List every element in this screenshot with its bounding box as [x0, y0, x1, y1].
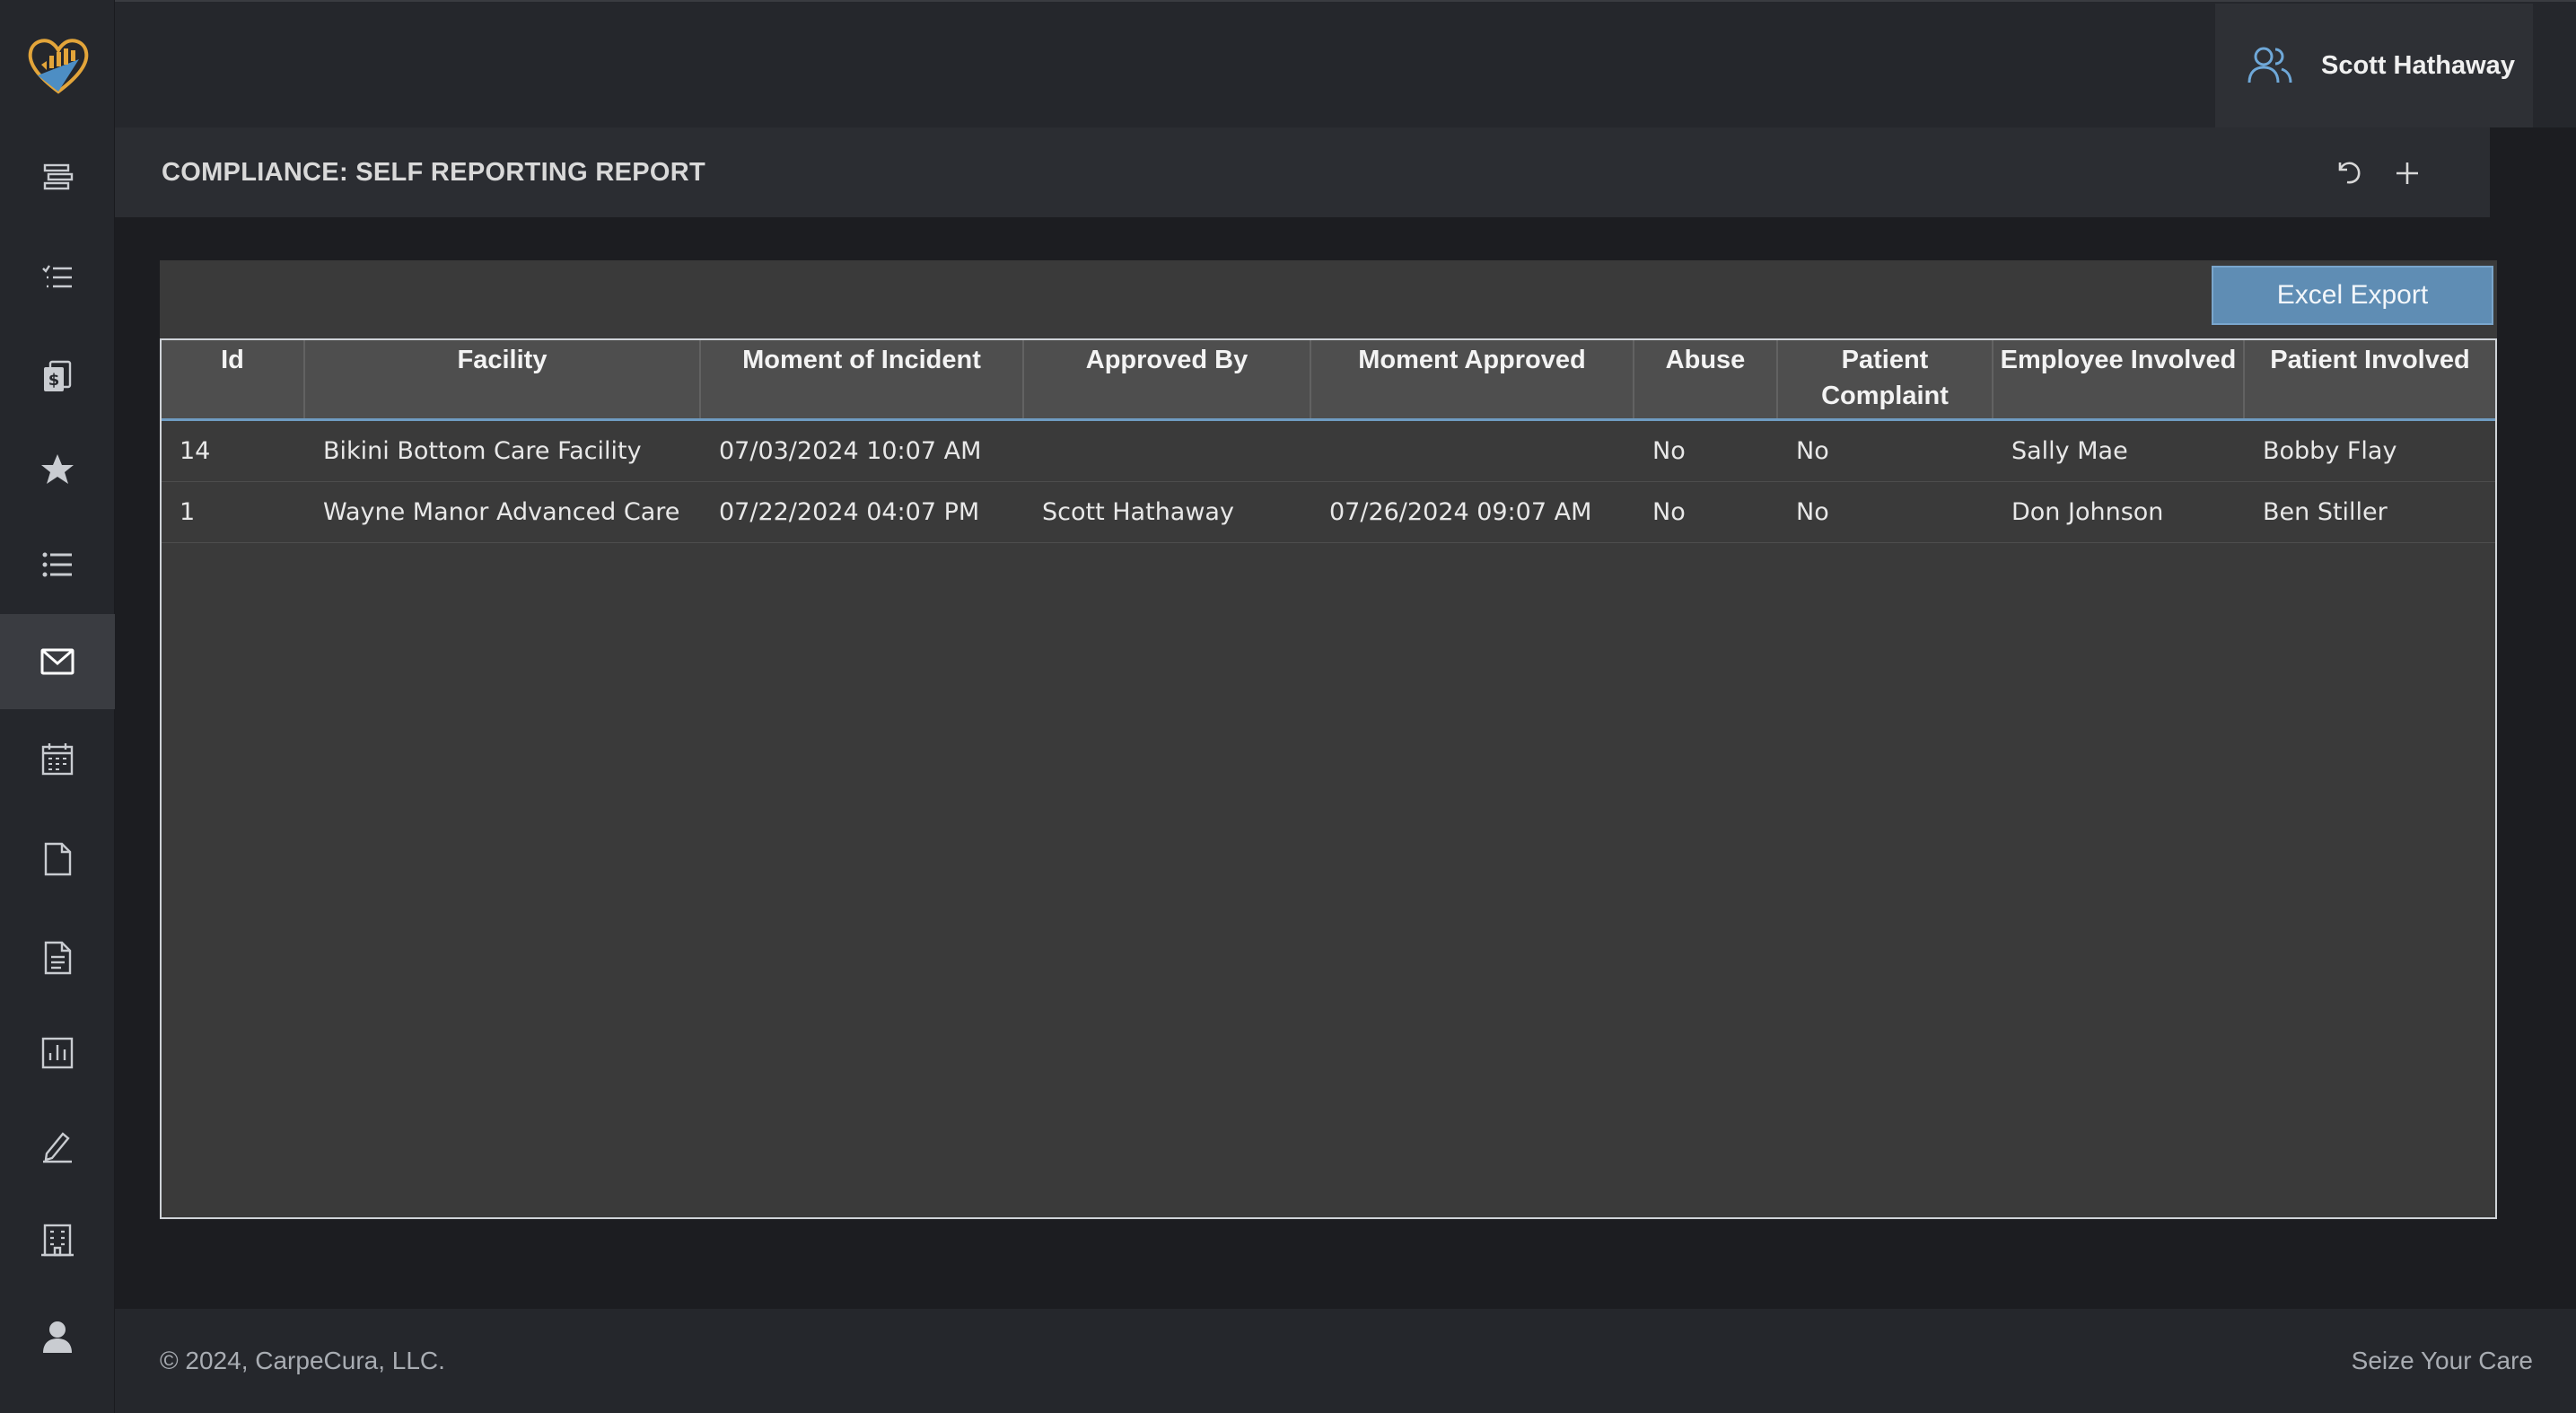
- cell-moment-approved: 07/26/2024 09:07 AM: [1329, 498, 1592, 526]
- column-header[interactable]: Id: [162, 340, 305, 418]
- page-header: COMPLIANCE: SELF REPORTING REPORT: [115, 127, 2490, 217]
- user-name: Scott Hathaway: [2321, 50, 2515, 80]
- bar-chart-icon[interactable]: [0, 1005, 115, 1101]
- table-row[interactable]: 14 Bikini Bottom Care Facility 07/03/202…: [162, 421, 2495, 482]
- cell-employee-involved: Don Johnson: [2011, 498, 2164, 526]
- envelope-icon[interactable]: [0, 614, 115, 709]
- svg-text:$: $: [48, 371, 60, 390]
- report-grid: Id Facility Moment of Incident Approved …: [160, 338, 2497, 1219]
- cell-moment-of-incident: 07/03/2024 10:07 AM: [719, 437, 982, 465]
- blank-document-icon[interactable]: [0, 812, 115, 907]
- checklist-icon[interactable]: [0, 230, 115, 325]
- cell-facility: Bikini Bottom Care Facility: [323, 437, 642, 465]
- calendar-icon[interactable]: [0, 711, 115, 806]
- cell-id: 14: [180, 437, 211, 465]
- person-icon[interactable]: [0, 1289, 115, 1384]
- pencil-icon[interactable]: [0, 1099, 115, 1194]
- column-header[interactable]: Patient Involved: [2245, 340, 2495, 418]
- column-header[interactable]: Moment of Incident: [701, 340, 1024, 418]
- page-title: COMPLIANCE: SELF REPORTING REPORT: [162, 158, 706, 187]
- add-icon[interactable]: [2388, 153, 2427, 192]
- cell-patient-involved: Bobby Flay: [2263, 437, 2397, 465]
- top-bar: Scott Hathaway: [115, 0, 2576, 127]
- cell-moment-approved: [1311, 421, 1329, 482]
- cell-approved-by: Scott Hathaway: [1042, 498, 1234, 526]
- table-header: Id Facility Moment of Incident Approved …: [162, 340, 2495, 421]
- excel-export-button[interactable]: Excel Export: [2212, 266, 2493, 325]
- cell-patient-complaint: No: [1796, 498, 1829, 526]
- stacked-bars-icon[interactable]: [0, 129, 115, 224]
- cell-approved-by: [1024, 421, 1042, 482]
- dollar-document-icon[interactable]: $: [0, 329, 115, 424]
- list-icon[interactable]: [0, 517, 115, 612]
- text-document-icon[interactable]: [0, 910, 115, 1005]
- column-header[interactable]: Approved By: [1024, 340, 1311, 418]
- copyright: © 2024, CarpeCura, LLC.: [160, 1347, 445, 1374]
- cell-employee-involved: Sally Mae: [2011, 437, 2128, 465]
- cell-abuse: No: [1652, 437, 1686, 465]
- cell-patient-complaint: No: [1796, 437, 1829, 465]
- cell-abuse: No: [1652, 498, 1686, 526]
- cell-moment-of-incident: 07/22/2024 04:07 PM: [719, 498, 980, 526]
- building-icon[interactable]: [0, 1192, 115, 1287]
- tagline: Seize Your Care: [2351, 1347, 2533, 1374]
- footer: © 2024, CarpeCura, LLC. Seize Your Care: [115, 1309, 2576, 1413]
- column-header[interactable]: Employee Involved: [1993, 340, 2245, 418]
- column-header[interactable]: Patient Complaint: [1778, 340, 1993, 418]
- undo-icon[interactable]: [2328, 153, 2368, 192]
- logo[interactable]: [25, 34, 92, 97]
- cell-id: 1: [180, 498, 196, 526]
- column-header[interactable]: Abuse: [1634, 340, 1778, 418]
- sidebar: $: [0, 0, 115, 1413]
- users-icon: [2247, 47, 2292, 83]
- cell-facility: Wayne Manor Advanced Care: [323, 498, 680, 526]
- column-header[interactable]: Moment Approved: [1311, 340, 1634, 418]
- column-header[interactable]: Facility: [305, 340, 701, 418]
- star-icon[interactable]: [0, 422, 115, 517]
- table-row[interactable]: 1 Wayne Manor Advanced Care 07/22/2024 0…: [162, 482, 2495, 543]
- cell-patient-involved: Ben Stiller: [2263, 498, 2388, 526]
- user-menu[interactable]: Scott Hathaway: [2215, 4, 2533, 127]
